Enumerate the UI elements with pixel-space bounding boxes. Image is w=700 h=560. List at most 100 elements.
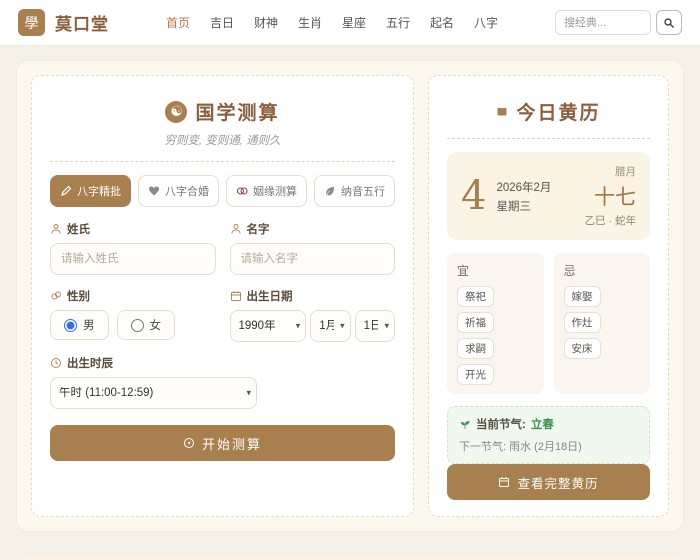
rings-icon (236, 185, 248, 197)
current-solar-term-row: 当前节气: 立春 (459, 416, 638, 432)
top-navbar: 學 莫口堂 首页 吉日 财神 生肖 星座 五行 起名 八字 (0, 0, 700, 46)
surname-label-row: 姓氏 (50, 221, 216, 237)
nav-item-lucky-day[interactable]: 吉日 (210, 14, 234, 31)
calculator-panel: ☯ 国学测算 穷则变, 变则通, 通则久 八字精批 八字合婚 姻缘测算 纳音五行 (31, 75, 414, 517)
featured-section: ★ 精选推荐 查看更多 › (16, 554, 684, 560)
person-icon (50, 223, 62, 235)
ji-box: 忌 嫁娶 作灶 安床 (554, 253, 651, 394)
surname-input[interactable] (50, 243, 216, 275)
birthtime-label-row: 出生时辰 (50, 355, 395, 371)
gender-radio-group: 男 女 (50, 310, 216, 340)
yi-tag: 祈福 (457, 312, 494, 333)
givenname-input[interactable] (230, 243, 396, 275)
tab-love-calc[interactable]: 姻缘测算 (226, 175, 307, 207)
givenname-field-group: 名字 (230, 221, 396, 275)
compass-icon (183, 437, 195, 449)
gender-female-label: 女 (150, 317, 162, 333)
view-full-almanac-button[interactable]: 查看完整黄历 (447, 464, 650, 500)
gender-option-male[interactable]: 男 (50, 310, 109, 340)
nav-item-five-elements[interactable]: 五行 (386, 14, 410, 31)
divider (50, 161, 395, 162)
view-full-almanac-label: 查看完整黄历 (517, 473, 598, 492)
day-number: 4 (461, 176, 486, 216)
almanac-panel: 今日黄历 4 2026年2月 星期三 腊月 十七 乙巳 · 蛇年 宜 祭祀 祈福… (428, 75, 669, 517)
givenname-label: 名字 (247, 221, 270, 237)
nav-item-home[interactable]: 首页 (166, 14, 190, 31)
ji-tag: 安床 (564, 338, 601, 359)
almanac-title: 今日黄历 (516, 98, 600, 125)
solar-term-box: 当前节气: 立春 下一节气: 雨水 (2月18日) (447, 406, 650, 464)
givenname-label-row: 名字 (230, 221, 396, 237)
search-button[interactable] (656, 10, 682, 35)
gender-radio-male[interactable] (64, 319, 77, 332)
gender-label-row: 性别 (50, 288, 216, 304)
person-icon (230, 223, 242, 235)
divider (447, 138, 650, 139)
gender-option-female[interactable]: 女 (117, 310, 176, 340)
surname-label: 姓氏 (67, 221, 90, 237)
nav-item-zodiac[interactable]: 生肖 (298, 14, 322, 31)
leaf-icon (324, 185, 336, 197)
weekday: 星期三 (496, 198, 551, 214)
birth-year-select[interactable]: 1990年 (230, 310, 307, 342)
search-area (555, 10, 682, 35)
tab-marriage-match[interactable]: 八字合婚 (138, 175, 219, 207)
pen-icon (60, 185, 72, 197)
ji-tag: 作灶 (564, 312, 601, 333)
solar-term-prefix: 当前节气: (476, 416, 526, 432)
brand-name: 莫口堂 (55, 10, 109, 35)
tab-nayin-elements[interactable]: 纳音五行 (314, 175, 395, 207)
nav-item-wealth-god[interactable]: 财神 (254, 14, 278, 31)
birthtime-field-group: 出生时辰 午时 (11:00-12:59) (50, 355, 395, 409)
tab-label: 八字合婚 (165, 183, 209, 199)
yi-tag: 开光 (457, 364, 494, 385)
calendar-icon (498, 476, 510, 488)
gender-label: 性别 (67, 288, 90, 304)
calculator-title-row: ☯ 国学测算 (50, 98, 395, 125)
gender-male-label: 男 (83, 317, 95, 333)
birth-hour-select[interactable]: 午时 (11:00-12:59) (50, 377, 257, 409)
nav-item-constellation[interactable]: 星座 (342, 14, 366, 31)
yi-label: 宜 (457, 262, 534, 279)
clock-icon (50, 357, 62, 369)
start-calculation-label: 开始测算 (202, 434, 262, 453)
nav-item-naming[interactable]: 起名 (430, 14, 454, 31)
start-calculation-button[interactable]: 开始测算 (50, 425, 395, 461)
almanac-title-row: 今日黄历 (447, 98, 650, 125)
nav-item-bazi[interactable]: 八字 (474, 14, 498, 31)
tab-label: 八字精批 (77, 183, 121, 199)
yi-tags: 祭祀 祈福 求嗣 开光 (457, 286, 534, 385)
tab-bazi-analysis[interactable]: 八字精批 (50, 175, 131, 207)
gender-icon (50, 290, 62, 302)
calculator-tabs: 八字精批 八字合婚 姻缘测算 纳音五行 (50, 175, 395, 207)
calculator-title: 国学测算 (195, 98, 279, 125)
gregorian-month: 2026年2月 (496, 179, 551, 195)
today-date-card: 4 2026年2月 星期三 腊月 十七 乙巳 · 蛇年 (447, 152, 650, 240)
birthdate-label: 出生日期 (247, 288, 293, 304)
logo-character: 學 (25, 13, 39, 33)
birth-month-select[interactable]: 1月 (310, 310, 350, 342)
surname-field-group: 姓氏 (50, 221, 216, 275)
yi-box: 宜 祭祀 祈福 求嗣 开光 (447, 253, 544, 394)
birthdate-field-group: 出生日期 1990年 1月 1日 (230, 288, 396, 342)
site-logo[interactable]: 學 (18, 9, 45, 36)
sprout-icon (459, 418, 471, 430)
ji-tags: 嫁娶 作灶 安床 (564, 286, 641, 359)
calculator-form: 姓氏 名字 性别 男 (50, 221, 395, 409)
heart-icon (148, 185, 160, 197)
birthdate-label-row: 出生日期 (230, 288, 396, 304)
yi-tag: 求嗣 (457, 338, 494, 359)
yi-tag: 祭祀 (457, 286, 494, 307)
main-nav: 首页 吉日 财神 生肖 星座 五行 起名 八字 (119, 14, 545, 31)
search-input[interactable] (555, 10, 651, 35)
gender-field-group: 性别 男 女 (50, 288, 216, 342)
lunar-month: 腊月 (585, 164, 636, 179)
search-icon (663, 17, 675, 29)
birth-day-select[interactable]: 1日 (355, 310, 395, 342)
ji-tag: 嫁娶 (564, 286, 601, 307)
ji-label: 忌 (564, 262, 641, 279)
gender-radio-female[interactable] (131, 319, 144, 332)
lunar-date-block: 腊月 十七 乙巳 · 蛇年 (585, 164, 636, 228)
next-solar-term: 下一节气: 雨水 (2月18日) (459, 438, 638, 454)
tab-label: 姻缘测算 (253, 183, 297, 199)
